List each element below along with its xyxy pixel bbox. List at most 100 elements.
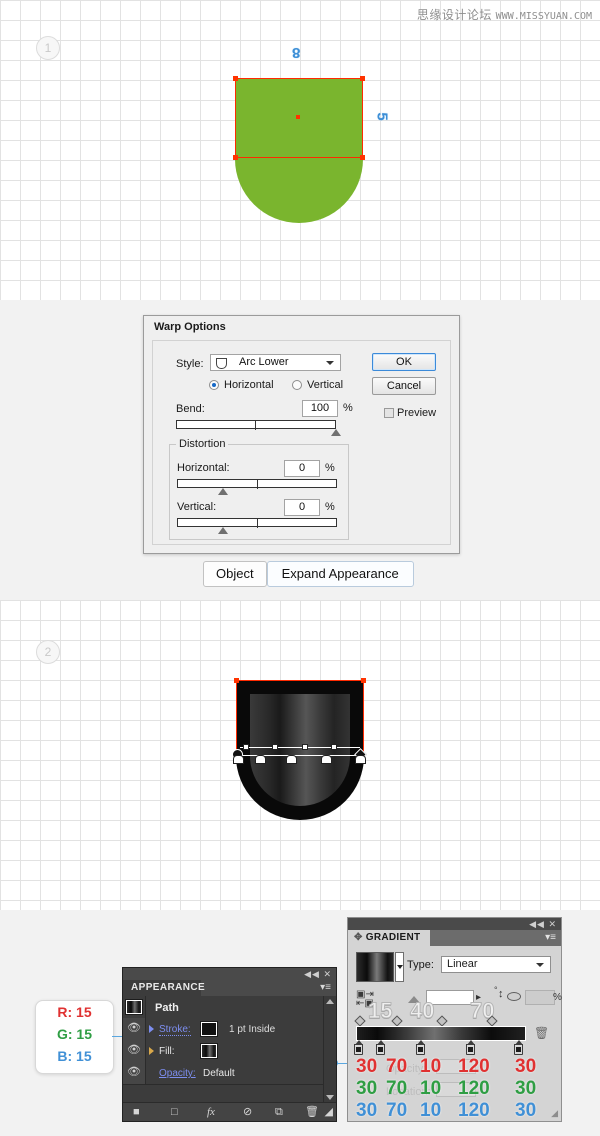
gradient-annotator-line[interactable] [240, 747, 360, 748]
gradient-stop[interactable] [416, 1044, 425, 1055]
duplicate-item-icon[interactable]: ⧉ [275, 1105, 283, 1119]
expand-triangle-icon[interactable] [149, 1025, 154, 1033]
visibility-toggle[interactable]: 👁 [123, 1040, 146, 1062]
collapse-icon[interactable]: ◀◀ [529, 919, 545, 929]
stop-1-b: 70 [386, 1100, 408, 1121]
gradient-stop-handle[interactable] [331, 744, 337, 750]
distortion-vertical-slider-thumb[interactable] [218, 527, 228, 534]
gradient-stop-marker[interactable] [255, 755, 266, 764]
close-icon[interactable]: ✕ [323, 969, 332, 979]
step-badge-2: 2 [36, 640, 60, 664]
anchor-point[interactable] [361, 678, 366, 683]
gradient-preview-swatch[interactable] [356, 952, 394, 982]
bend-input[interactable]: 100 [302, 400, 338, 417]
gradient-slider-bar[interactable] [356, 1026, 526, 1041]
distortion-horizontal-slider-track[interactable] [177, 479, 337, 489]
gradient-aspect-input[interactable] [525, 990, 555, 1005]
distortion-horizontal-percent: % [325, 462, 335, 474]
appearance-row-path[interactable]: Path [123, 996, 336, 1019]
artboard-canvas-one: 思缘设计论坛 WWW.MISSYUAN.COM 1 8 5 [0, 0, 600, 300]
row-label-fill[interactable]: Fill: [159, 1046, 175, 1057]
appearance-panel-titlebar: ◀◀ ✕ [123, 968, 336, 980]
gradient-stop[interactable] [514, 1044, 523, 1055]
gradient-stop[interactable] [466, 1044, 475, 1055]
visibility-toggle[interactable]: 👁 [123, 1062, 146, 1084]
bend-label: Bend: [176, 403, 205, 415]
cancel-button[interactable]: Cancel [372, 377, 436, 395]
anchor-point[interactable] [234, 678, 239, 683]
gradient-stop[interactable] [376, 1044, 385, 1055]
distortion-vertical-input[interactable]: 0 [284, 499, 320, 516]
stop-0-r: 30 [356, 1056, 378, 1077]
bend-slider-thumb[interactable] [331, 429, 341, 436]
add-new-stroke-icon[interactable]: ■ [133, 1105, 140, 1119]
resize-grip-icon[interactable]: ◢ [551, 1108, 558, 1119]
distortion-vertical-slider-track[interactable] [177, 518, 337, 528]
clear-appearance-icon[interactable]: ⊘ [243, 1105, 252, 1119]
appearance-row-opacity[interactable]: 👁 Opacity: Default [123, 1062, 336, 1085]
stroke-color-swatch[interactable] [200, 1021, 218, 1037]
appearance-row-fill[interactable]: 👁 Fill: [123, 1040, 336, 1063]
stop-2-g: 10 [420, 1078, 442, 1099]
ok-button[interactable]: OK [372, 353, 436, 371]
gradient-stop-marker[interactable] [321, 755, 332, 764]
distortion-horizontal-slider-thumb[interactable] [218, 488, 228, 495]
style-dropdown[interactable]: Arc Lower [210, 354, 341, 371]
tab-appearance[interactable]: APPEARANCE [123, 980, 205, 996]
gradient-midpoint-diamond[interactable] [436, 1015, 448, 1027]
eye-icon: 👁 [127, 1044, 141, 1056]
expand-triangle-icon[interactable] [149, 1047, 154, 1055]
gradient-stop-marker[interactable] [233, 755, 244, 764]
expand-appearance-button[interactable]: Expand Appearance [266, 561, 414, 587]
anchor-point[interactable] [360, 155, 365, 160]
bend-slider-track[interactable] [176, 420, 336, 430]
close-icon[interactable]: ✕ [548, 919, 557, 929]
distortion-horizontal-input[interactable]: 0 [284, 460, 320, 477]
add-new-effect-fx-icon[interactable]: fx [207, 1105, 215, 1119]
panel-menu-icon[interactable]: ▾≡ [320, 983, 331, 993]
gradient-stop-handle[interactable] [302, 744, 308, 750]
anchor-point[interactable] [360, 76, 365, 81]
gradient-stop[interactable] [354, 1044, 363, 1055]
appearance-row-stroke[interactable]: 👁 Stroke: 1 pt Inside [123, 1018, 336, 1041]
path-thumbnail-cell [123, 996, 146, 1018]
preview-checkbox[interactable] [384, 408, 394, 418]
radio-vertical[interactable] [292, 380, 302, 390]
gradient-stop-handle[interactable] [272, 744, 278, 750]
appearance-scrollbar[interactable] [323, 996, 336, 1103]
delete-item-trash-icon[interactable]: 🗑 [305, 1105, 319, 1119]
gradient-midpoint-diamond[interactable] [354, 1015, 366, 1027]
resize-grip-icon[interactable]: ◢ [325, 1105, 333, 1119]
tab-gradient[interactable]: ✥ GRADIENT [348, 930, 430, 946]
delete-stop-trash-icon[interactable]: 🗑 [534, 1026, 549, 1040]
panel-menu-icon[interactable]: ▾≡ [545, 933, 556, 943]
gradient-midpoint-diamond[interactable] [391, 1015, 403, 1027]
gradient-type-dropdown[interactable]: Linear [441, 956, 551, 973]
object-menu-button[interactable]: Object [203, 561, 267, 587]
arc-lower-icon [216, 358, 227, 369]
scroll-down-icon[interactable] [326, 1095, 334, 1100]
gradient-stop-handle[interactable] [243, 744, 249, 750]
chevron-down-icon [326, 361, 334, 365]
radio-horizontal[interactable] [209, 380, 219, 390]
add-new-fill-icon[interactable]: □ [171, 1105, 178, 1119]
row-label-stroke[interactable]: Stroke: [159, 1024, 191, 1036]
fill-gradient-swatch[interactable] [200, 1043, 218, 1059]
row-label-opacity[interactable]: Opacity: [159, 1068, 196, 1079]
gradient-preset-dropdown[interactable] [395, 952, 404, 982]
visibility-toggle[interactable]: 👁 [123, 1018, 146, 1040]
appearance-footer-toolbar: ■ □ fx ⊘ ⧉ 🗑 ◢ [123, 1102, 336, 1121]
gradient-stop-marker[interactable] [355, 755, 366, 764]
radio-vertical-label: Vertical [307, 379, 344, 391]
distortion-vertical-label: Vertical: [177, 501, 217, 513]
appearance-panel-controls[interactable]: ◀◀ ✕ [304, 969, 332, 980]
stop-0-b: 30 [356, 1100, 378, 1121]
row-label-path: Path [155, 1002, 179, 1014]
anchor-point[interactable] [233, 76, 238, 81]
collapse-icon[interactable]: ◀◀ [304, 969, 320, 979]
anchor-point[interactable] [233, 155, 238, 160]
gradient-stop-marker[interactable] [286, 755, 297, 764]
scroll-up-icon[interactable] [326, 999, 334, 1004]
gradient-annotator-baseline[interactable] [234, 755, 366, 756]
gradient-panel-controls[interactable]: ◀◀ ✕ [529, 919, 557, 930]
